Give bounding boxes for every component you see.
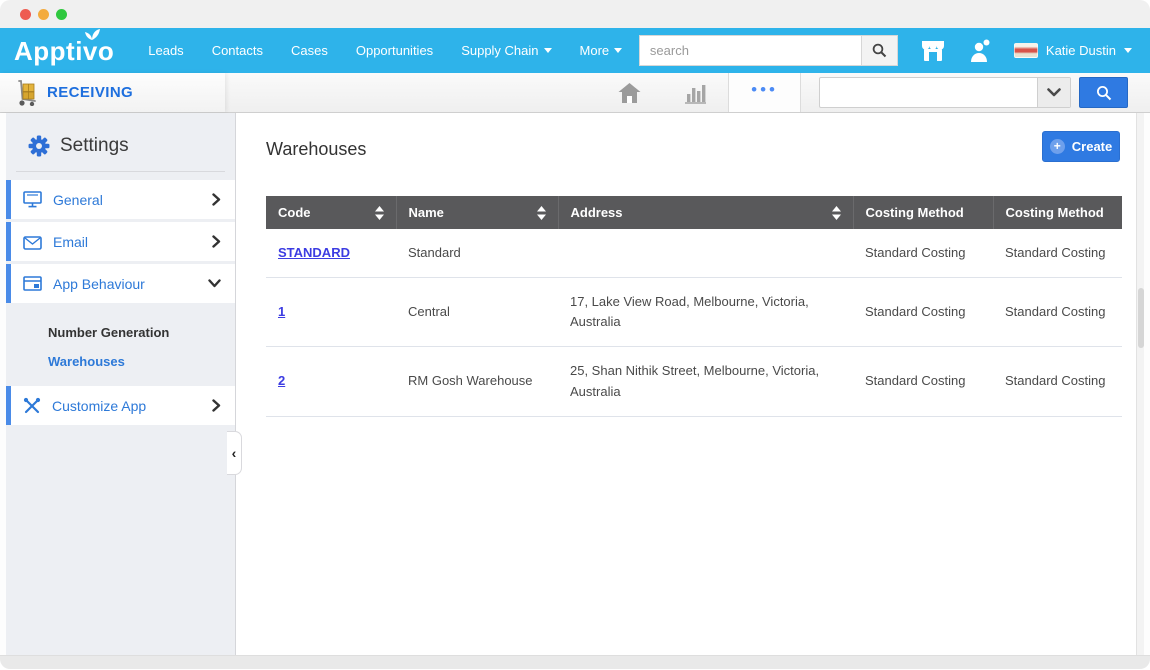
toolbar-search-button[interactable] bbox=[1079, 77, 1128, 108]
leaf-icon bbox=[84, 29, 100, 41]
menu-item-supply-chain[interactable]: Supply Chain bbox=[461, 43, 551, 58]
warehouse-address: 25, Shan Nithik Street, Melbourne, Victo… bbox=[558, 347, 853, 416]
gear-icon bbox=[28, 135, 50, 157]
tools-icon bbox=[23, 397, 41, 414]
scrollbar-thumb[interactable] bbox=[1138, 288, 1144, 348]
table-row: STANDARD Standard Standard Costing Stand… bbox=[266, 229, 1122, 278]
sidebar-title: Settings bbox=[60, 135, 129, 157]
user-notifications-icon[interactable] bbox=[968, 38, 992, 64]
menu-item-more[interactable]: More bbox=[580, 43, 623, 58]
menu-item-opportunities[interactable]: Opportunities bbox=[356, 43, 433, 58]
user-menu[interactable]: Katie Dustin bbox=[1014, 43, 1132, 58]
warehouses-table: Code Name Address bbox=[266, 196, 1122, 417]
warehouse-name: RM Gosh Warehouse bbox=[396, 347, 558, 416]
home-icon[interactable] bbox=[597, 73, 662, 112]
column-header-costing-method-2[interactable]: Costing Method bbox=[993, 196, 1122, 229]
warehouse-code-link[interactable]: 2 bbox=[278, 373, 285, 388]
user-name: Katie Dustin bbox=[1046, 43, 1116, 58]
chevron-right-icon bbox=[212, 399, 221, 412]
menu-item-contacts[interactable]: Contacts bbox=[212, 43, 263, 58]
minimize-window-button[interactable] bbox=[38, 9, 49, 20]
zoom-window-button[interactable] bbox=[56, 9, 67, 20]
warehouse-code-link[interactable]: 1 bbox=[278, 304, 285, 319]
window-titlebar bbox=[0, 0, 1150, 28]
search-icon bbox=[872, 43, 887, 58]
costing-method: Standard Costing bbox=[993, 278, 1122, 347]
apptivo-logo[interactable]: Apptivo bbox=[14, 38, 114, 64]
ellipsis-icon: ••• bbox=[751, 90, 778, 96]
warehouse-address bbox=[558, 229, 853, 278]
menu-item-leads[interactable]: Leads bbox=[148, 43, 183, 58]
caret-down-icon bbox=[1124, 48, 1132, 53]
costing-method: Standard Costing bbox=[853, 347, 993, 416]
more-actions-button[interactable]: ••• bbox=[728, 73, 801, 112]
warehouse-name: Central bbox=[396, 278, 558, 347]
global-search-input[interactable] bbox=[639, 35, 861, 66]
page-title: Warehouses bbox=[266, 139, 1122, 160]
warehouse-name: Standard bbox=[396, 229, 558, 278]
top-navbar: Apptivo Leads Contacts Cases Opportuniti… bbox=[0, 28, 1150, 73]
reports-chart-icon[interactable] bbox=[662, 73, 728, 112]
costing-method: Standard Costing bbox=[993, 229, 1122, 278]
sidebar-subitem-number-generation[interactable]: Number Generation bbox=[6, 318, 235, 347]
costing-method: Standard Costing bbox=[853, 278, 993, 347]
window-bottom-edge bbox=[0, 655, 1150, 669]
warehouse-address: 17, Lake View Road, Melbourne, Victoria,… bbox=[558, 278, 853, 347]
plus-icon: + bbox=[1050, 139, 1065, 154]
hand-truck-icon bbox=[16, 80, 38, 106]
vertical-scrollbar[interactable] bbox=[1136, 113, 1144, 655]
chevron-right-icon bbox=[212, 193, 221, 206]
chevron-down-icon bbox=[1037, 78, 1070, 107]
sidebar-collapse-handle[interactable]: ‹ bbox=[227, 431, 242, 475]
create-button[interactable]: + Create bbox=[1042, 131, 1120, 162]
envelope-icon bbox=[23, 234, 42, 250]
app-window: Apptivo Leads Contacts Cases Opportuniti… bbox=[0, 0, 1150, 670]
table-row: 1 Central 17, Lake View Road, Melbourne,… bbox=[266, 278, 1122, 347]
content-area: Warehouses + Create Code Name bbox=[236, 113, 1136, 655]
sort-icon bbox=[832, 206, 841, 220]
caret-down-icon bbox=[614, 48, 622, 53]
search-icon bbox=[1096, 85, 1112, 101]
costing-method: Standard Costing bbox=[993, 347, 1122, 416]
monitor-icon bbox=[23, 191, 42, 208]
chevron-down-icon bbox=[208, 279, 221, 288]
app-title-zone[interactable]: RECEIVING bbox=[0, 73, 225, 112]
sidebar-subitem-warehouses[interactable]: Warehouses bbox=[6, 347, 235, 376]
chevron-left-icon: ‹ bbox=[232, 445, 237, 461]
warehouse-code-link[interactable]: STANDARD bbox=[278, 245, 350, 260]
column-header-address[interactable]: Address bbox=[558, 196, 853, 229]
costing-method: Standard Costing bbox=[853, 229, 993, 278]
table-row: 2 RM Gosh Warehouse 25, Shan Nithik Stre… bbox=[266, 347, 1122, 416]
column-header-name[interactable]: Name bbox=[396, 196, 558, 229]
chevron-right-icon bbox=[212, 235, 221, 248]
global-search-button[interactable] bbox=[861, 35, 898, 66]
app-store-icon[interactable] bbox=[920, 39, 946, 63]
divider bbox=[16, 171, 225, 172]
window-right-edge bbox=[1144, 113, 1150, 655]
sidebar-item-app-behaviour[interactable]: App Behaviour bbox=[6, 264, 235, 303]
user-avatar bbox=[1014, 43, 1038, 58]
main-menu: Leads Contacts Cases Opportunities Suppl… bbox=[148, 43, 622, 58]
sidebar-item-email[interactable]: Email bbox=[6, 222, 235, 261]
sidebar-item-general[interactable]: General bbox=[6, 180, 235, 219]
column-header-costing-method-1[interactable]: Costing Method bbox=[853, 196, 993, 229]
view-select[interactable] bbox=[819, 77, 1071, 108]
settings-sidebar: Settings General Email bbox=[6, 113, 236, 655]
menu-item-cases[interactable]: Cases bbox=[291, 43, 328, 58]
column-header-code[interactable]: Code bbox=[266, 196, 396, 229]
app-window-icon bbox=[23, 276, 42, 292]
app-name: RECEIVING bbox=[47, 84, 133, 101]
caret-down-icon bbox=[544, 48, 552, 53]
app-toolbar: RECEIVING ••• bbox=[0, 73, 1150, 113]
sidebar-item-customize-app[interactable]: Customize App bbox=[6, 386, 235, 425]
close-window-button[interactable] bbox=[20, 9, 31, 20]
sort-icon bbox=[375, 206, 384, 220]
sort-icon bbox=[537, 206, 546, 220]
